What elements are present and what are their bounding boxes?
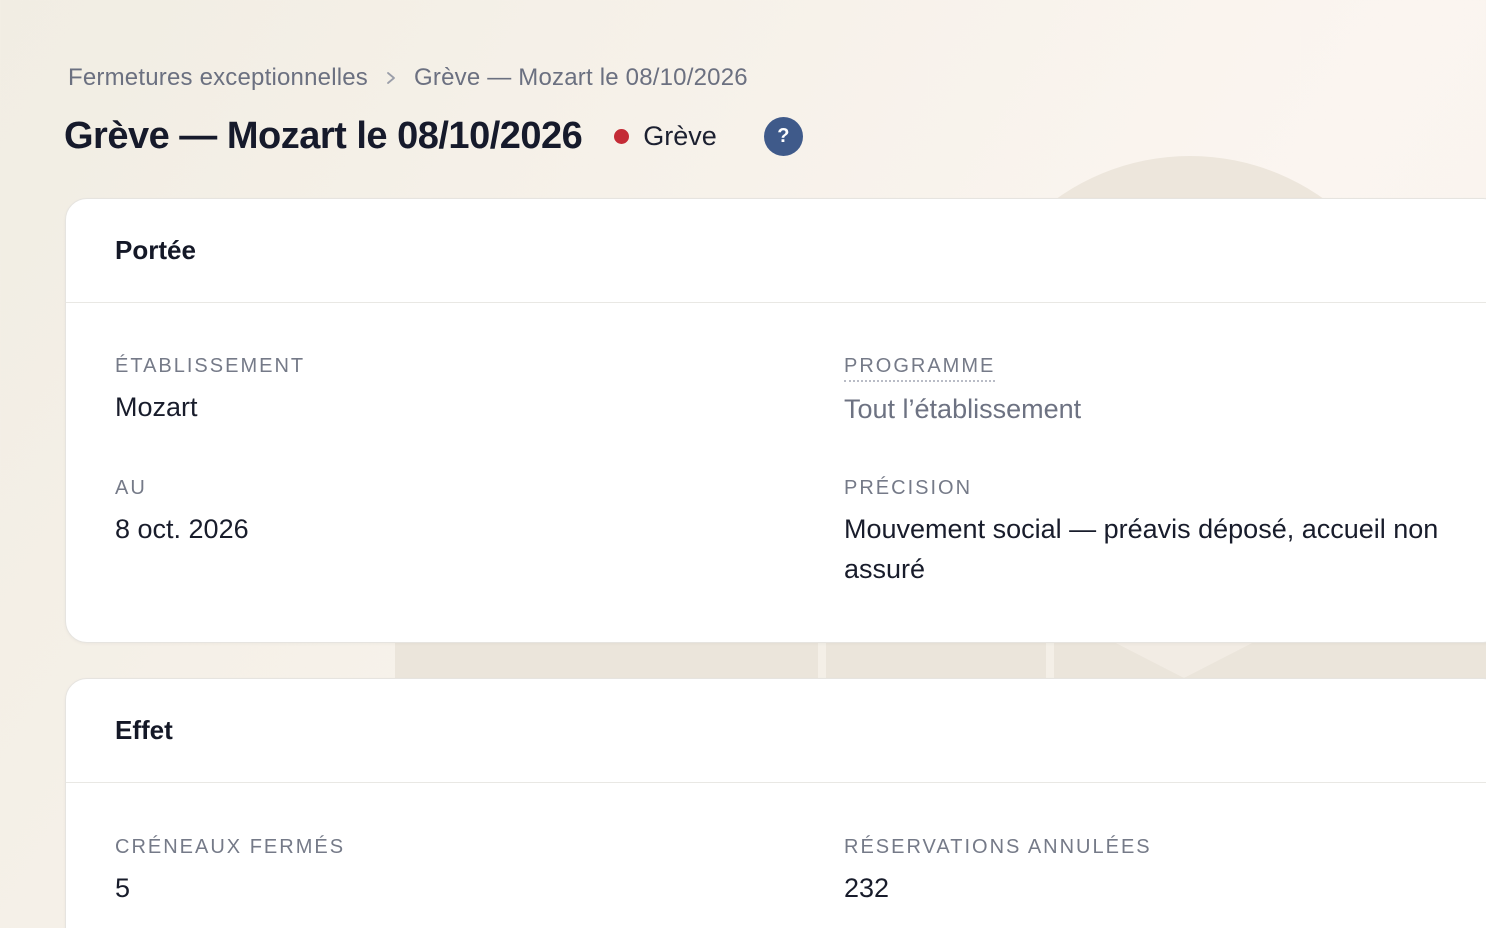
precision-label: PRÉCISION — [844, 477, 973, 499]
background-post-decoration — [818, 640, 826, 680]
creneaux-field: CRÉNEAUX FERMÉS 5 — [115, 836, 345, 908]
au-field: AU 8 oct. 2026 — [115, 477, 249, 549]
status-badge: Grève — [614, 121, 717, 152]
page-header: Grève — Mozart le 08/10/2026 Grève ? — [64, 110, 803, 162]
portee-card: Portée ÉTABLISSEMENT Mozart PROGRAMME To… — [65, 198, 1486, 643]
effet-card-title: Effet — [66, 679, 1486, 783]
portee-card-title: Portée — [66, 199, 1486, 303]
status-dot-icon — [614, 128, 630, 144]
programme-value: Tout l’établissement — [844, 394, 1082, 424]
reservations-label: RÉSERVATIONS ANNULÉES — [844, 836, 1152, 858]
chevron-right-icon — [368, 71, 414, 85]
background-triangle-decoration — [1110, 640, 1258, 678]
page-title: Grève — Mozart le 08/10/2026 — [64, 114, 583, 157]
breadcrumb-link-fermetures[interactable]: Fermetures exceptionnelles — [68, 64, 368, 92]
status-label: Grève — [643, 120, 717, 151]
etablissement-field: ÉTABLISSEMENT Mozart — [115, 355, 305, 427]
question-mark-icon: ? — [777, 124, 790, 147]
programme-field: PROGRAMME Tout l’établissement — [844, 355, 1081, 429]
effet-card: Effet CRÉNEAUX FERMÉS 5 RÉSERVATIONS ANN… — [65, 678, 1486, 928]
precision-field: PRÉCISION Mouvement social — préavis dép… — [844, 477, 1486, 589]
au-value: 8 oct. 2026 — [115, 514, 249, 544]
reservations-field: RÉSERVATIONS ANNULÉES 232 — [844, 836, 1152, 908]
help-button[interactable]: ? — [763, 116, 803, 156]
precision-value: Mouvement social — préavis déposé, accue… — [844, 514, 1439, 584]
background-post-decoration — [1046, 640, 1054, 680]
breadcrumb-current: Grève — Mozart le 08/10/2026 — [414, 64, 748, 91]
reservations-value: 232 — [844, 873, 890, 903]
breadcrumb: Fermetures exceptionnelles Grève — Mozar… — [68, 64, 748, 92]
etablissement-label: ÉTABLISSEMENT — [115, 355, 306, 377]
au-label: AU — [115, 477, 147, 499]
etablissement-value: Mozart — [115, 392, 198, 422]
programme-label[interactable]: PROGRAMME — [844, 355, 996, 382]
creneaux-value: 5 — [115, 873, 131, 903]
creneaux-label: CRÉNEAUX FERMÉS — [115, 836, 346, 858]
